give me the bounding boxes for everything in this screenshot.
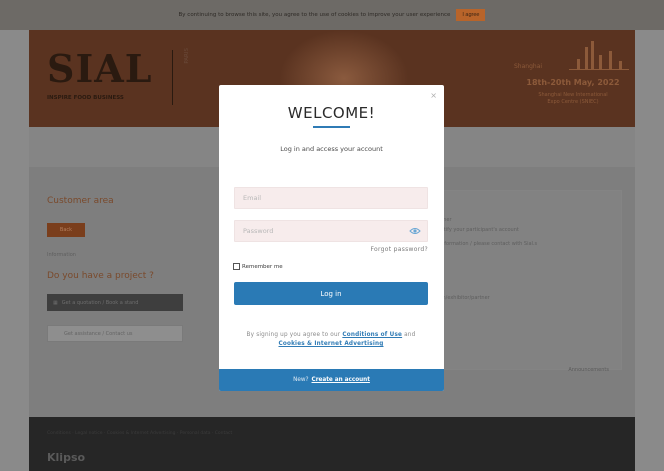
title-underline [313, 126, 350, 128]
terms-and: and [404, 332, 416, 338]
login-button[interactable]: Log in [234, 282, 428, 305]
email-field[interactable] [234, 187, 428, 209]
cookie-bar: By continuing to browse this site, you a… [0, 0, 664, 30]
logo-divider [172, 50, 184, 105]
calendar-icon: ▦ [53, 299, 58, 306]
terms-text: By signing up you agree to our Condition… [234, 331, 428, 349]
cookie-accept-button[interactable]: I agree [456, 9, 486, 21]
cookies-link[interactable]: Cookies & Internet Advertising [278, 341, 383, 347]
event-city: Shanghai [514, 63, 543, 70]
project-question: Do you have a project ? [47, 271, 154, 281]
site-footer: Conditions · Legal notice · Cookies & In… [29, 417, 635, 471]
terms-prefix: By signing up you agree to our [246, 332, 341, 338]
quotation-button[interactable]: ▦ Get a quotation / Book a stand [47, 294, 183, 311]
customer-area-heading: Customer area [47, 196, 114, 206]
cookie-text: By continuing to browse this site, you a… [178, 12, 451, 18]
logo-edition: PARIS [184, 48, 190, 64]
remember-checkbox[interactable] [233, 263, 240, 270]
footer-links[interactable]: Conditions · Legal notice · Cookies & In… [47, 431, 232, 436]
remember-me[interactable]: Remember me [233, 263, 283, 270]
create-account-link[interactable]: Create an account [312, 377, 370, 383]
site-logo[interactable]: SIAL [47, 46, 152, 91]
assistance-button[interactable]: Get assistance / Contact us [47, 325, 183, 342]
announcements-link[interactable]: Announcements [568, 367, 609, 373]
remember-label: Remember me [242, 263, 283, 270]
new-user-text: New? [293, 377, 309, 383]
quotation-button-label: Get a quotation / Book a stand [61, 299, 139, 306]
logo-tagline: INSPIRE FOOD BUSINESS [47, 95, 124, 101]
event-venue-line2: Expo Centre (SNIEC) [547, 99, 599, 105]
back-button[interactable]: Back [47, 223, 85, 237]
info-link[interactable]: Information [47, 252, 76, 258]
info-line: nt information / please contact with Sia… [433, 241, 538, 247]
close-icon[interactable]: × [430, 91, 437, 100]
event-venue-line1: Shanghai New International [538, 92, 608, 98]
modal-title: WELCOME! [287, 104, 376, 122]
forgot-password-link[interactable]: Forgot password? [371, 246, 428, 253]
conditions-link[interactable]: Conditions of Use [342, 332, 402, 338]
info-line: identify your participant's account [433, 227, 519, 233]
modal-subtitle: Log in and access your account [280, 145, 383, 153]
event-dates: 18th-20th May, 2022 [526, 78, 620, 87]
eye-icon[interactable] [409, 226, 421, 236]
event-venue: Shanghai New International Expo Centre (… [514, 92, 632, 106]
password-field[interactable] [234, 220, 428, 242]
footer-logo: Klipso [47, 451, 86, 464]
info-panel: partner identify your participant's acco… [422, 190, 622, 373]
login-modal: × WELCOME! Log in and access your accoun… [219, 85, 444, 391]
signup-footer: New? Create an account [219, 369, 444, 391]
skyline-graphic [569, 41, 629, 70]
